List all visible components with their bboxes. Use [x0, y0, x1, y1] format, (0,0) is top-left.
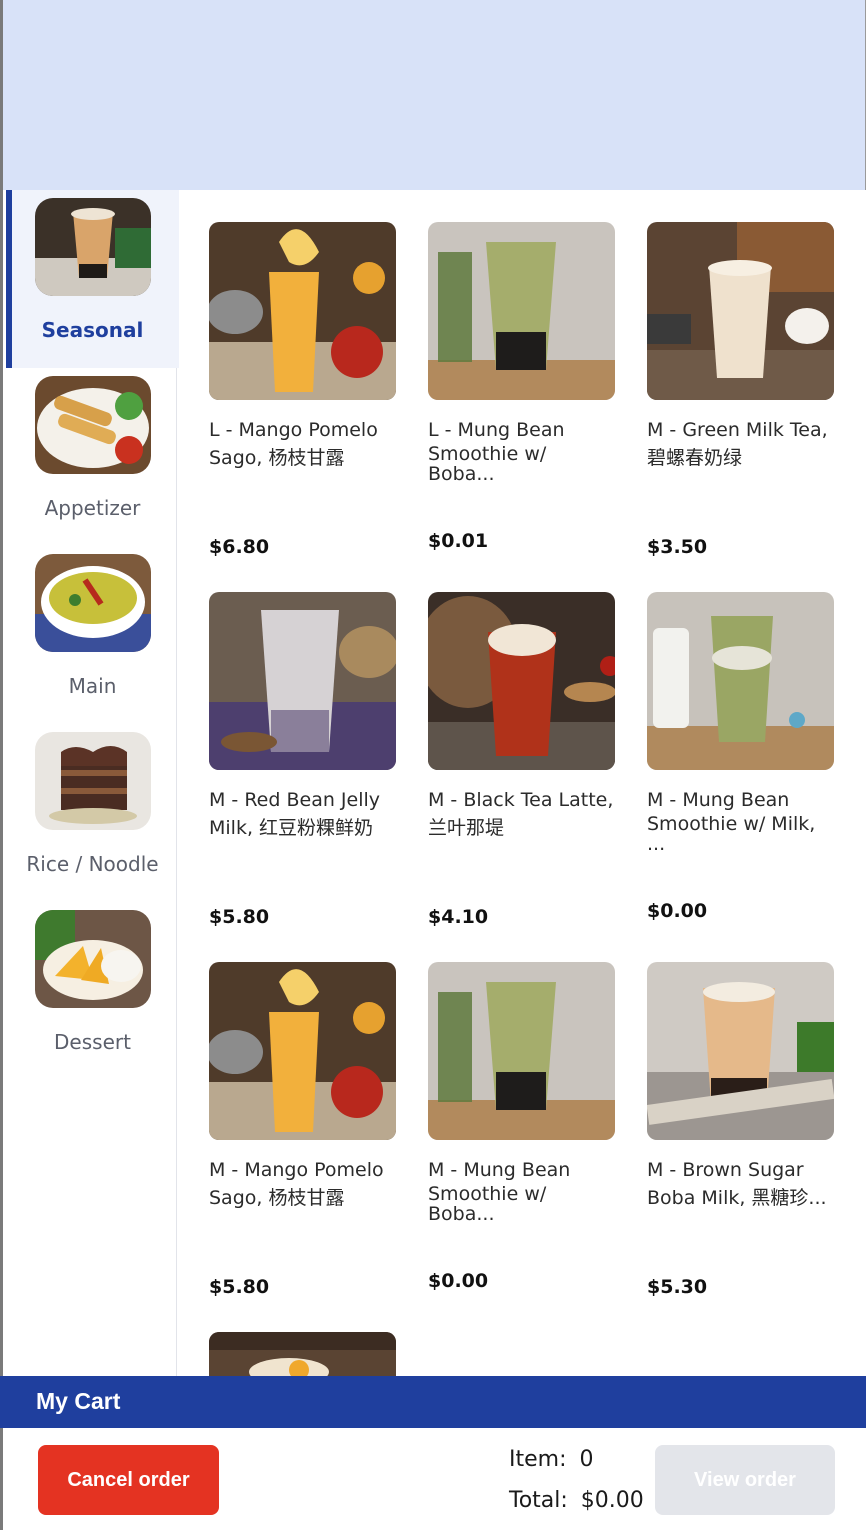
product-name: L - Mung Bean Smoothie w/ Boba...	[428, 419, 565, 484]
product-name: M - Mung Bean Smoothie w/ Milk, ...	[647, 789, 816, 854]
product-image	[209, 222, 396, 400]
category-seasonal-image	[35, 198, 151, 296]
header-banner	[0, 0, 866, 190]
product-card[interactable]: M - Red Bean Jelly Milk, 红豆粉粿鲜奶 $5.80	[209, 592, 397, 928]
cart-title: My Cart	[36, 1388, 121, 1414]
product-card[interactable]: M - Black Tea Latte, 兰叶那堤 $4.10	[428, 592, 616, 928]
cart-footer: Cancel order Item: 0 Total: $0.00 View o…	[0, 1428, 866, 1530]
product-price: $5.80	[209, 906, 270, 928]
product-name: M - Mung Bean Smoothie w/ Boba...	[428, 1159, 571, 1224]
category-appetizer[interactable]: Appetizer	[6, 368, 179, 546]
category-label: Appetizer	[44, 496, 141, 520]
category-dessert-image	[35, 910, 151, 1008]
product-name: M - Black Tea Latte, 兰叶那堤	[428, 789, 614, 839]
product-image	[428, 592, 615, 770]
product-image	[647, 592, 834, 770]
cart-item-count: Item: 0	[509, 1447, 594, 1472]
product-price: $5.80	[209, 1276, 270, 1298]
product-name: M - Green Milk Tea, 碧螺春奶绿	[647, 419, 828, 469]
product-card[interactable]: M - Mung Bean Smoothie w/ Milk, ... $0.00	[647, 592, 835, 922]
product-image	[209, 1332, 396, 1376]
product-card[interactable]: M - Green Milk Tea, 碧螺春奶绿 $3.50	[647, 222, 835, 558]
product-card[interactable]: L - Mango Pomelo Sago, 杨枝甘露 $6.80	[209, 222, 397, 558]
category-label: Rice / Noodle	[26, 852, 159, 876]
product-name: L - Mango Pomelo Sago, 杨枝甘露	[209, 419, 378, 469]
cancel-order-button[interactable]: Cancel order	[38, 1445, 219, 1515]
view-order-button[interactable]: View order	[655, 1445, 835, 1515]
cart-total: Total: $0.00	[509, 1488, 644, 1513]
category-seasonal[interactable]: Seasonal	[6, 190, 179, 368]
product-price: $6.80	[209, 536, 270, 558]
product-price: $5.30	[647, 1276, 708, 1298]
product-price: $0.00	[647, 900, 708, 922]
product-card[interactable]: M - Brown Sugar Boba Milk, 黑糖珍... $5.30	[647, 962, 835, 1298]
product-image	[647, 962, 834, 1140]
item-count-label: Item:	[509, 1447, 567, 1472]
product-price: $3.50	[647, 536, 708, 558]
product-card[interactable]: M - Mango Pomelo Sago, 杨枝甘露 $5.80	[209, 962, 397, 1298]
product-card[interactable]: L - Mung Bean Smoothie w/ Boba... $0.01	[428, 222, 616, 552]
total-value: $0.00	[580, 1488, 644, 1513]
item-count-value: 0	[579, 1447, 594, 1472]
category-label: Seasonal	[41, 318, 144, 342]
category-rice-noodle[interactable]: Rice / Noodle	[6, 724, 179, 902]
product-name: M - Mango Pomelo Sago, 杨枝甘露	[209, 1159, 384, 1209]
category-main-image	[35, 554, 151, 652]
category-dessert[interactable]: Dessert	[6, 902, 179, 1080]
category-appetizer-image	[35, 376, 151, 474]
product-image	[428, 222, 615, 400]
product-image	[209, 962, 396, 1140]
category-main[interactable]: Main	[6, 546, 179, 724]
product-card[interactable]	[209, 1332, 397, 1376]
category-rice-noodle-image	[35, 732, 151, 830]
product-price: $0.00	[428, 1270, 489, 1292]
product-grid: L - Mango Pomelo Sago, 杨枝甘露 $6.80 L - Mun…	[178, 190, 866, 1376]
product-price: $0.01	[428, 530, 489, 552]
product-name: M - Red Bean Jelly Milk, 红豆粉粿鲜奶	[209, 789, 381, 839]
category-label: Dessert	[54, 1030, 131, 1054]
product-image	[209, 592, 396, 770]
product-card[interactable]: M - Mung Bean Smoothie w/ Boba... $0.00	[428, 962, 616, 1292]
cart-bar[interactable]: My Cart	[0, 1376, 866, 1428]
product-image	[647, 222, 834, 400]
product-name: M - Brown Sugar Boba Milk, 黑糖珍...	[647, 1159, 827, 1209]
product-image	[428, 962, 615, 1140]
product-price: $4.10	[428, 906, 489, 928]
category-sidebar: Seasonal Appetizer Main Rice / Noodle De…	[0, 190, 179, 1376]
category-label: Main	[68, 674, 117, 698]
total-label: Total:	[509, 1488, 568, 1513]
